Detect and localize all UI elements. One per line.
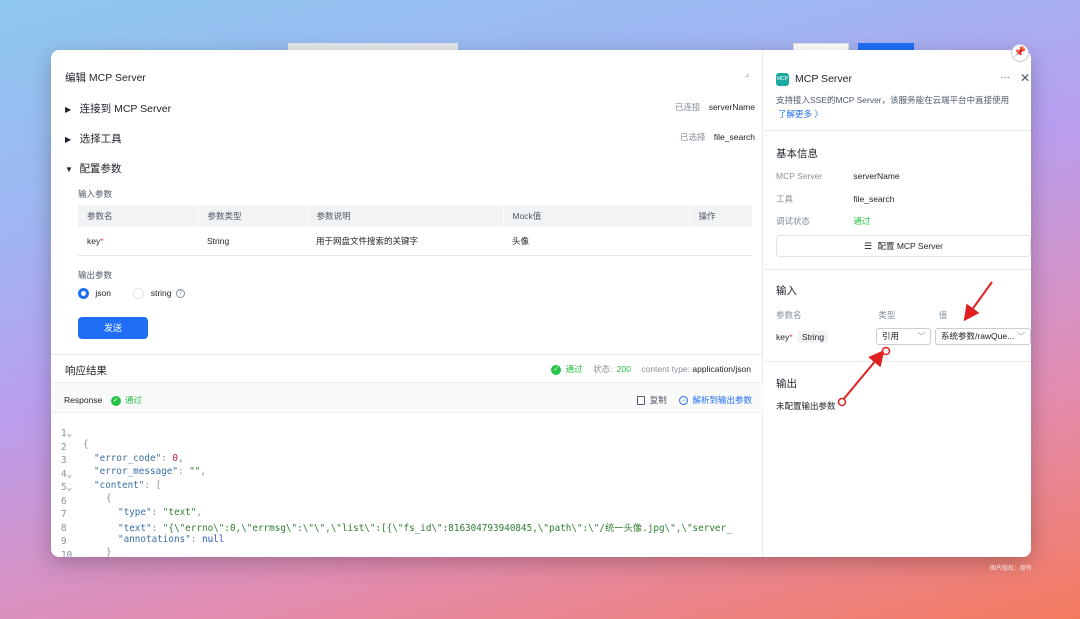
annotation-arrows bbox=[837, 281, 993, 407]
watermark: 图片版权：原有 bbox=[990, 566, 1033, 572]
annotation-dot bbox=[837, 397, 847, 407]
annotation-dot bbox=[881, 346, 891, 356]
annotation-arrow bbox=[963, 281, 993, 322]
annotation-arrow bbox=[841, 349, 885, 402]
